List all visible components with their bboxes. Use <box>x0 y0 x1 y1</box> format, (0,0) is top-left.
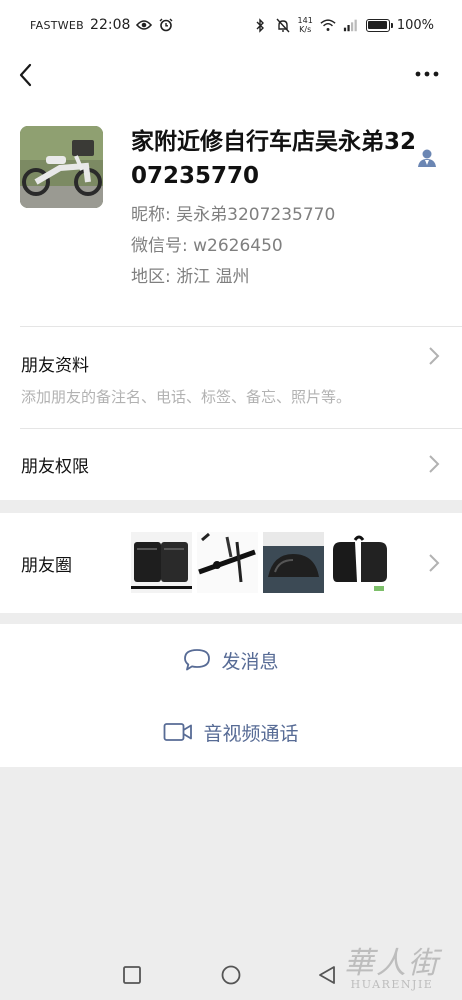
profile-name: 家附近修自行车店吴永弟3207235770 <box>131 129 417 189</box>
moments-thumbnail <box>197 532 258 593</box>
top-nav <box>0 50 462 100</box>
watermark-logo: 華人街 HUARENJIE <box>344 946 440 991</box>
home-button[interactable] <box>221 965 241 989</box>
moments-title: 朋友圈 <box>21 556 72 576</box>
chevron-right-icon <box>429 554 440 572</box>
recent-apps-button[interactable] <box>123 966 141 988</box>
send-message-button[interactable]: 发消息 <box>0 640 462 680</box>
wechat-id-label[interactable]: 微信号: w2626450 <box>131 231 283 256</box>
divider <box>20 326 462 327</box>
chevron-right-icon <box>429 455 440 473</box>
friend-info-row[interactable]: 朋友资料 添加朋友的备注名、电话、标签、备忘、照片等。 <box>0 326 462 428</box>
network-speed: 141 K/s <box>298 16 313 34</box>
watermark-text-en: HUARENJIE <box>350 978 434 991</box>
actions-panel: 发消息 音视频通话 <box>0 624 462 767</box>
video-call-button[interactable]: 音视频通话 <box>0 712 462 752</box>
eye-icon <box>136 17 153 33</box>
chat-bubble-icon <box>184 649 211 671</box>
friend-info-subtitle: 添加朋友的备注名、电话、标签、备忘、照片等。 <box>21 388 352 406</box>
profile-header: 家附近修自行车店吴永弟3207235770 昵称: 吴永弟3207235770 … <box>0 100 462 326</box>
moments-thumbnail <box>329 532 390 593</box>
moments-thumbnail <box>263 532 324 593</box>
more-button[interactable] <box>414 64 440 84</box>
wifi-icon <box>320 17 336 33</box>
avatar[interactable] <box>20 126 103 208</box>
triangle-back-icon <box>319 966 335 984</box>
back-button[interactable] <box>14 60 42 90</box>
clock: 22:08 <box>90 17 131 33</box>
square-icon <box>123 966 141 984</box>
alarm-icon <box>158 17 174 33</box>
friend-info-title: 朋友资料 <box>21 356 89 376</box>
circle-icon <box>221 965 241 985</box>
system-back-button[interactable] <box>318 965 336 989</box>
video-camera-icon <box>164 723 193 741</box>
network-speed-value: 141 <box>297 16 313 25</box>
bluetooth-icon <box>252 17 268 33</box>
divider <box>20 428 462 429</box>
moments-row[interactable]: 朋友圈 <box>0 513 462 613</box>
system-nav-bar: 華人街 HUARENJIE <box>0 946 462 1000</box>
moments-thumbnail <box>131 532 192 593</box>
friend-permissions-row[interactable]: 朋友权限 <box>0 428 462 500</box>
battery-percent: 100% <box>396 17 434 33</box>
carrier-label: FASTWEB <box>30 18 85 32</box>
watermark-text-cn: 華人街 <box>344 946 440 981</box>
more-icon <box>415 71 439 77</box>
contact-icon[interactable] <box>416 147 438 169</box>
battery-icon <box>365 18 393 32</box>
network-speed-unit: K/s <box>299 25 312 34</box>
mute-bell-icon <box>275 17 291 33</box>
status-bar: FASTWEB 22:08 141 K/s 100% <box>0 0 462 50</box>
friend-permissions-title: 朋友权限 <box>21 457 89 477</box>
moments-thumbnails <box>131 532 390 593</box>
video-call-label: 音视频通话 <box>203 722 299 745</box>
back-icon <box>19 63 32 87</box>
chevron-right-icon <box>429 347 440 365</box>
region-label: 地区: 浙江 温州 <box>131 267 250 287</box>
nickname-label: 昵称: 吴永弟3207235770 <box>131 205 336 225</box>
signal-icon <box>343 17 359 33</box>
send-message-label: 发消息 <box>221 650 279 673</box>
